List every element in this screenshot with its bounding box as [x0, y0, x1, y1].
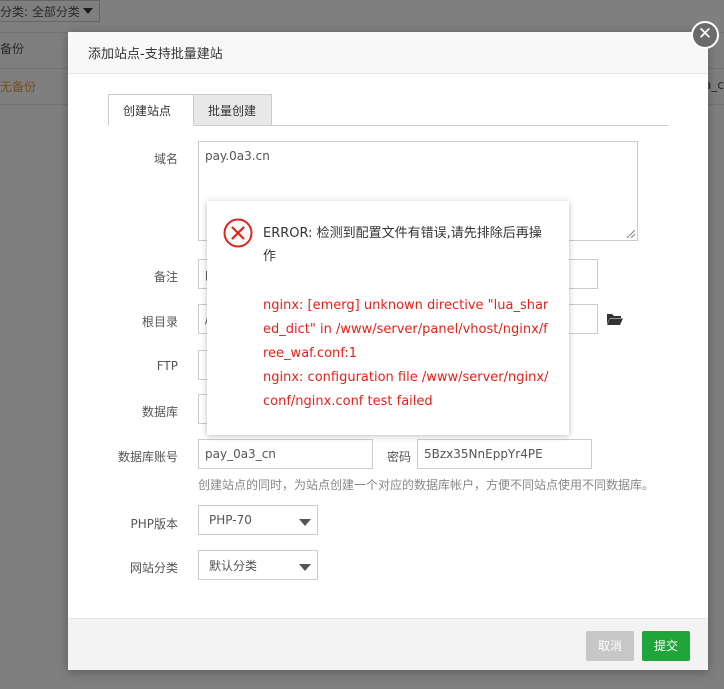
error-title: ERROR: 检测到配置文件有错误,请先排除后再操作 [263, 226, 542, 264]
chevron-down-icon [299, 564, 311, 571]
tab-bar: 创建站点 批量创建 [108, 94, 668, 126]
error-detail: nginx: [emerg] unknown directive "lua_sh… [263, 294, 553, 414]
php-version-label: PHP版本 [130, 517, 179, 531]
cancel-button[interactable]: 取消 [586, 631, 634, 661]
database-label: 数据库 [141, 405, 178, 419]
error-dialog: ERROR: 检测到配置文件有错误,请先排除后再操作 nginx: [emerg… [207, 201, 569, 435]
remark-label: 备注 [153, 270, 178, 284]
password-input[interactable]: 5Bzx35NnEppYr4PE [417, 439, 592, 469]
site-category-label: 网站分类 [129, 561, 178, 575]
ftp-label: FTP [156, 359, 178, 373]
tab-batch-create[interactable]: 批量创建 [194, 94, 272, 126]
modal-title: 添加站点-支持批量建站 [88, 47, 223, 62]
php-version-value: PHP-70 [209, 513, 252, 527]
modal-header: 添加站点-支持批量建站 [68, 32, 708, 74]
db-account-value: pay_0a3_cn [205, 447, 276, 461]
folder-open-icon[interactable] [606, 312, 624, 326]
chevron-down-icon [299, 519, 311, 526]
close-icon[interactable]: ✕ [691, 21, 719, 49]
db-hint-text: 创建站点的同时，为站点创建一个对应的数据库帐户，方便不同站点使用不同数据库。 [198, 478, 655, 492]
root-dir-label: 根目录 [141, 315, 178, 329]
password-label: 密码 [386, 450, 411, 464]
submit-button[interactable]: 提交 [642, 631, 690, 661]
php-version-select[interactable]: PHP-70 [198, 505, 318, 535]
modal-footer: 取消 提交 [68, 618, 708, 670]
error-detail-line: nginx: configuration file /www/server/ng… [263, 370, 549, 409]
error-detail-line: nginx: [emerg] unknown directive "lua_sh… [263, 298, 549, 361]
password-value: 5Bzx35NnEppYr4PE [424, 447, 543, 461]
resize-grip-icon[interactable] [627, 230, 635, 238]
tab-create-site[interactable]: 创建站点 [108, 94, 194, 126]
error-x-circle-icon [223, 218, 253, 248]
site-category-select[interactable]: 默认分类 [198, 550, 318, 580]
domain-label: 域名 [153, 152, 178, 166]
site-category-value: 默认分类 [209, 558, 258, 573]
db-account-label: 数据库账号 [117, 450, 178, 464]
domain-value: pay.0a3.cn [205, 149, 270, 163]
